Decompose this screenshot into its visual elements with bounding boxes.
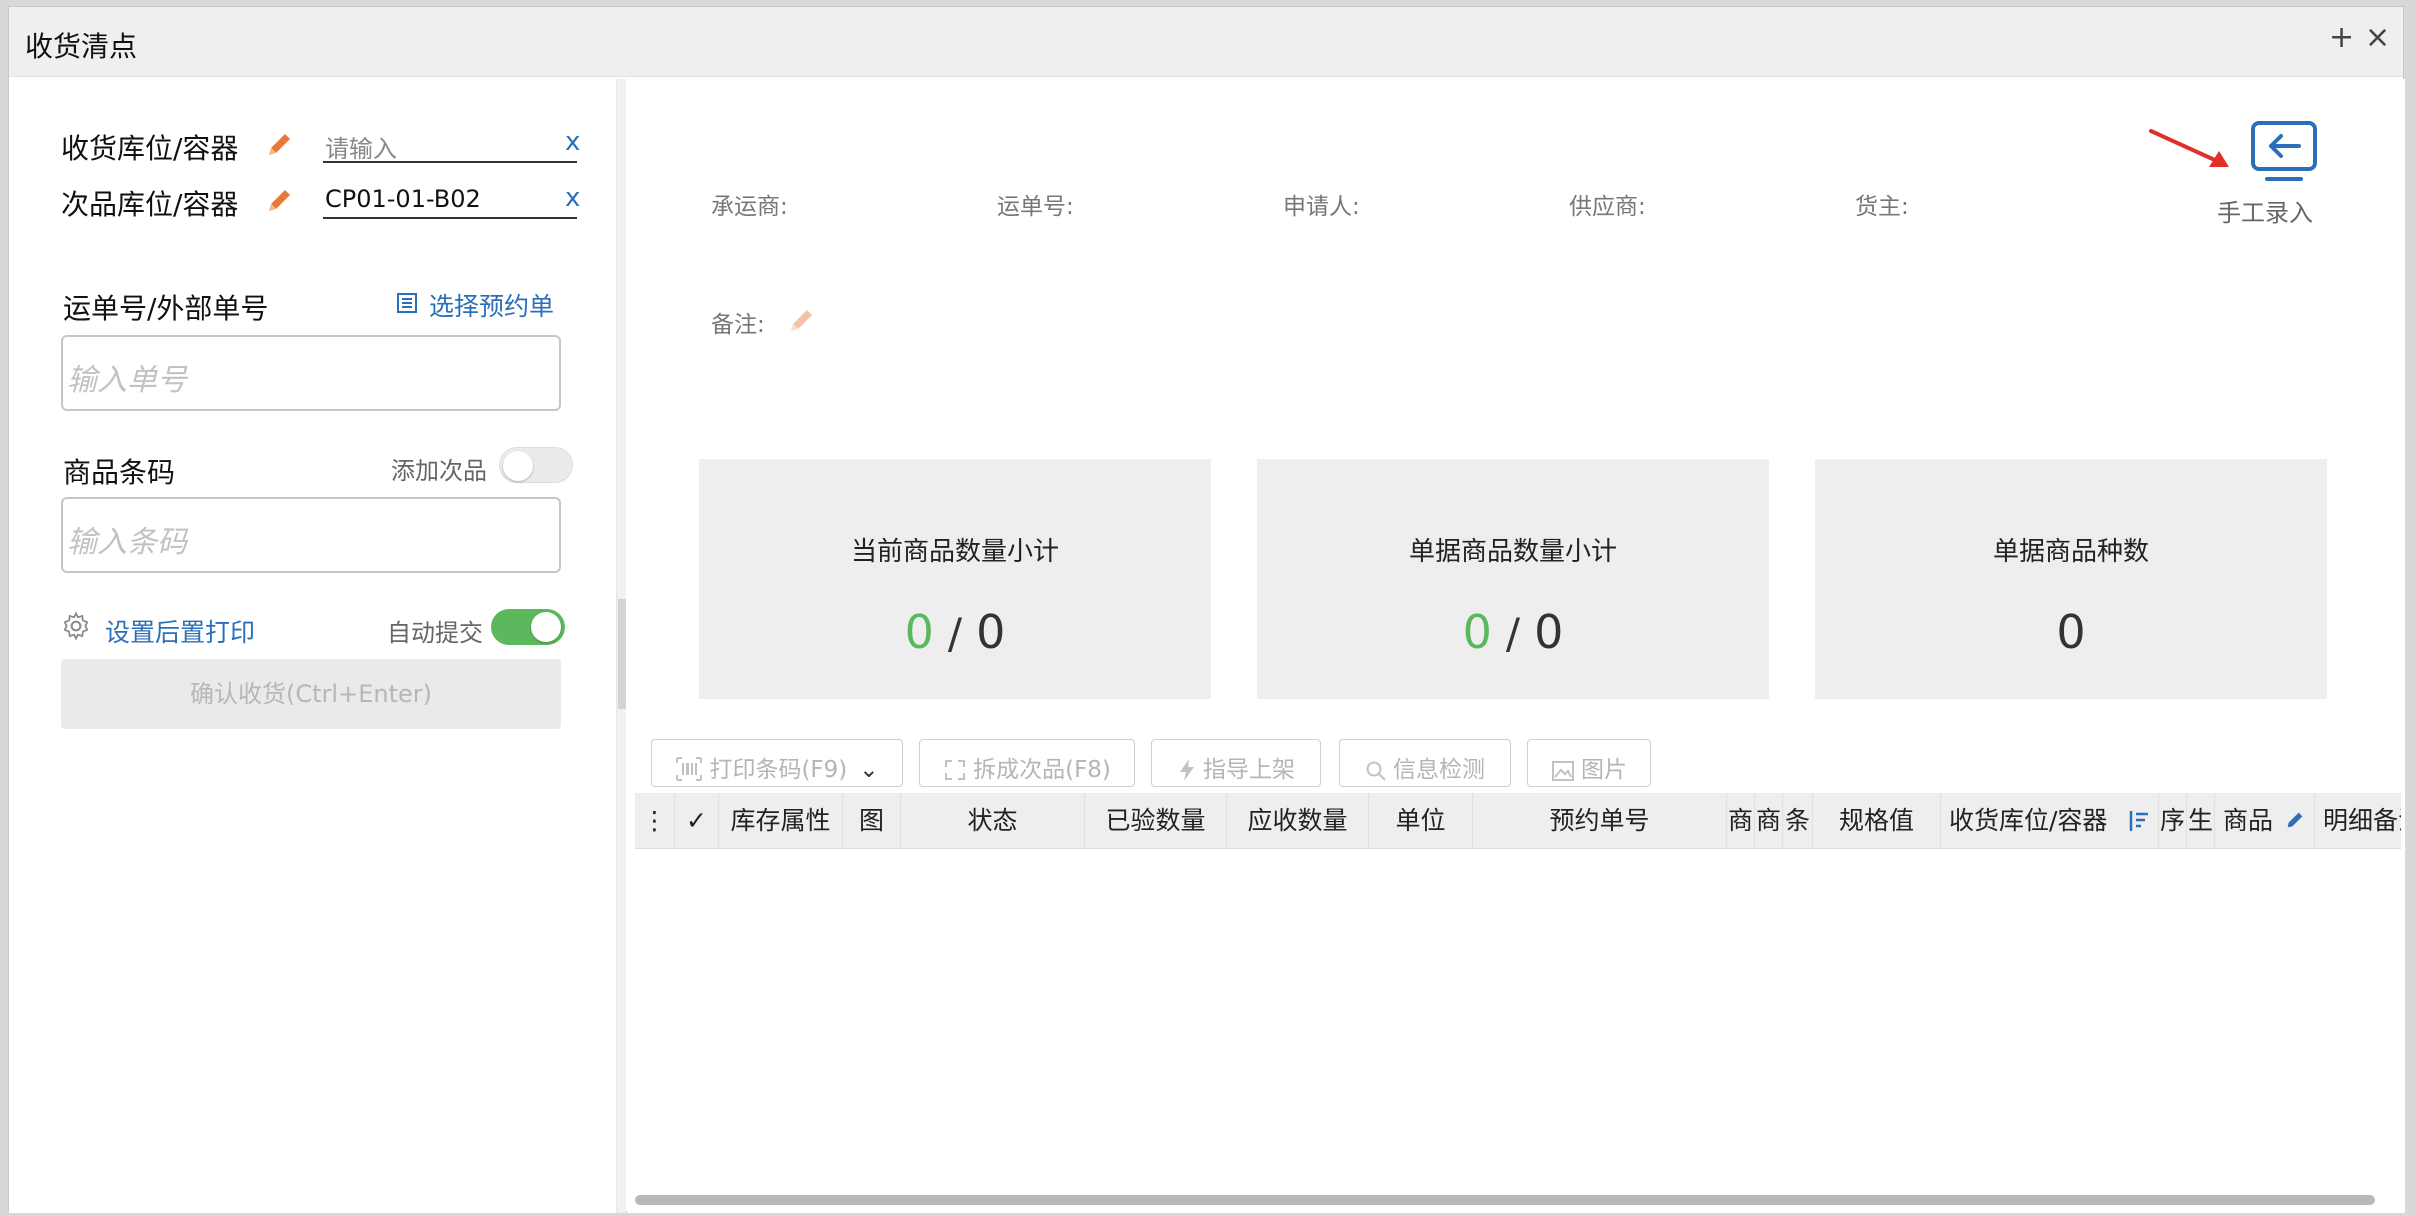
sort-icon[interactable] — [2128, 809, 2150, 833]
edit-pencil-icon[interactable] — [265, 129, 295, 159]
close-icon[interactable]: × — [2365, 23, 2390, 53]
left-panel: 收货库位/容器 请输入 x 次品库位/容器 CP01-01-B02 x 运单号/… — [9, 79, 621, 1213]
applicant-label: 申请人: — [1283, 194, 1360, 220]
title-bar: 收货清点 + × — [9, 7, 2403, 77]
search-icon — [1366, 761, 1386, 781]
receive-location-label: 收货库位/容器 — [61, 132, 239, 165]
clear-receive-location-button[interactable]: x — [565, 127, 580, 157]
add-defect-toggle[interactable] — [499, 447, 573, 483]
print-barcode-button[interactable]: 打印条码(F9) ⌄ — [651, 739, 903, 787]
column-header[interactable]: 商 — [1727, 793, 1755, 848]
document-qty-card: 单据商品数量小计 0/0 — [1257, 459, 1769, 699]
card-title: 单据商品数量小计 — [1408, 537, 1617, 567]
remark-label: 备注: — [711, 312, 765, 338]
image-button[interactable]: 图片 — [1527, 739, 1651, 787]
clear-defect-location-button[interactable]: x — [565, 183, 580, 213]
barcode-input[interactable]: 输入条码 — [61, 497, 561, 573]
column-header[interactable]: 商品 — [2215, 793, 2315, 848]
carrier-label: 承运商: — [711, 194, 788, 220]
edit-pencil-icon[interactable] — [2284, 809, 2306, 831]
column-header[interactable]: 状态 — [901, 793, 1085, 848]
select-appointment-link[interactable]: 选择预约单 — [429, 287, 554, 323]
monitor-back-icon — [2251, 121, 2317, 181]
add-icon[interactable]: + — [2329, 23, 2354, 53]
dialog-title: 收货清点 — [25, 30, 138, 63]
lightning-icon — [1180, 759, 1194, 781]
column-header[interactable]: 已验数量 — [1085, 793, 1227, 848]
right-panel: 承运商: 运单号: 申请人: 供应商: 货主: 备注: 手工录入 当前商品数量小… — [627, 79, 2405, 1213]
edit-pencil-icon[interactable] — [265, 185, 295, 215]
auto-submit-toggle[interactable] — [491, 609, 565, 645]
column-header[interactable]: 商 — [1755, 793, 1783, 848]
chevron-down-icon[interactable]: ⌄ — [859, 757, 878, 783]
manual-entry-label: 手工录入 — [2217, 199, 2313, 227]
column-header[interactable]: 预约单号 — [1473, 793, 1727, 848]
column-header[interactable]: 条 — [1783, 793, 1813, 848]
expand-icon — [945, 760, 966, 780]
card-value: 0 — [2056, 605, 2086, 659]
column-menu-icon[interactable]: ⋮ — [635, 793, 675, 848]
document-kinds-card: 单据商品种数 0 — [1815, 459, 2327, 699]
table-header: ⋮ ✓ 库存属性 图 状态 已验数量 应收数量 单位 预约单号 商 商 条 规格… — [635, 793, 2401, 849]
receiving-dialog: 收货清点 + × 收货库位/容器 请输入 x 次品库位/容器 CP01-01-B… — [8, 6, 2405, 1213]
image-icon — [1552, 761, 1574, 781]
column-header[interactable]: 序 — [2159, 793, 2187, 848]
print-settings-link[interactable]: 设置后置打印 — [105, 613, 255, 649]
column-header[interactable]: 库存属性 — [719, 793, 843, 848]
waybill-label: 运单号/外部单号 — [63, 292, 269, 325]
column-header[interactable]: 收货库位/容器 — [1941, 793, 2159, 848]
waybill-input[interactable]: 输入单号 — [61, 335, 561, 411]
info-check-button[interactable]: 信息检测 — [1339, 739, 1511, 787]
column-header[interactable]: 生 — [2187, 793, 2215, 848]
current-qty-card: 当前商品数量小计 0/0 — [699, 459, 1211, 699]
pane-splitter[interactable] — [616, 79, 626, 1213]
barcode-label: 商品条码 — [63, 456, 176, 489]
column-header[interactable]: 明细备注 — [2315, 793, 2401, 848]
defect-location-label: 次品库位/容器 — [61, 188, 239, 221]
card-title: 当前商品数量小计 — [850, 537, 1059, 567]
card-value: 0/0 — [904, 605, 1006, 659]
manual-entry-button[interactable]: 手工录入 — [2213, 119, 2363, 229]
card-title: 单据商品种数 — [1992, 537, 2149, 567]
waybill-no-label: 运单号: — [997, 194, 1074, 220]
column-header[interactable]: 应收数量 — [1227, 793, 1369, 848]
defect-location-input[interactable]: CP01-01-B02 — [323, 179, 577, 219]
confirm-receipt-button[interactable]: 确认收货(Ctrl+Enter) — [61, 659, 561, 729]
horizontal-scrollbar[interactable] — [635, 1195, 2375, 1205]
split-defect-button[interactable]: 拆成次品(F8) — [919, 739, 1135, 787]
edit-remark-pencil-icon[interactable] — [787, 305, 817, 335]
card-value: 0/0 — [1462, 605, 1564, 659]
column-header[interactable]: 图 — [843, 793, 901, 848]
guide-shelf-button[interactable]: 指导上架 — [1151, 739, 1321, 787]
owner-label: 货主: — [1855, 194, 1909, 220]
select-all-checkbox[interactable]: ✓ — [675, 793, 719, 848]
receive-location-input[interactable]: 请输入 — [323, 123, 577, 163]
column-header[interactable]: 规格值 — [1813, 793, 1941, 848]
barcode-icon — [676, 757, 703, 781]
supplier-label: 供应商: — [1569, 194, 1646, 220]
list-icon — [397, 293, 417, 313]
auto-submit-label: 自动提交 — [387, 619, 483, 647]
column-header[interactable]: 单位 — [1369, 793, 1473, 848]
add-defect-label: 添加次品 — [391, 457, 487, 485]
gear-icon[interactable] — [61, 611, 91, 641]
